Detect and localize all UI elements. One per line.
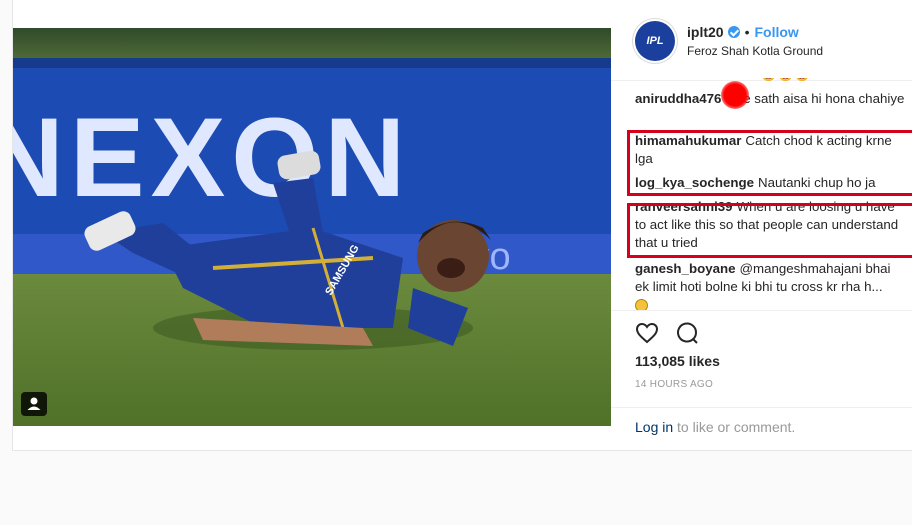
- separator-dot: •: [744, 24, 750, 40]
- follow-button[interactable]: Follow: [754, 24, 798, 40]
- heart-icon[interactable]: [635, 321, 659, 345]
- comment-icon[interactable]: [675, 321, 699, 345]
- comment-text: e ke sath aisa hi hona chahiye: [725, 91, 905, 106]
- comment-username[interactable]: ganesh_boyane: [635, 261, 736, 276]
- red-dot-marker: [721, 81, 749, 109]
- comment-username[interactable]: aniruddha476: [635, 91, 721, 106]
- tag-user-icon[interactable]: [21, 392, 47, 416]
- avatar[interactable]: IPL: [635, 21, 675, 61]
- emoji-row: 😂😂😂: [761, 78, 812, 82]
- post-header: IPL iplt20 • Follow Feroz Shah Kotla Gro…: [611, 0, 912, 81]
- post-sidebar: IPL iplt20 • Follow Feroz Shah Kotla Gro…: [611, 0, 912, 451]
- verified-icon: [727, 26, 740, 38]
- comment-item: ganesh_boyane @mangeshmahajani bhai ek li…: [635, 260, 907, 310]
- post-photo[interactable]: NEXON vivo SAMSUNG: [13, 28, 611, 426]
- post-timestamp[interactable]: 14 HOURS AGO: [635, 379, 713, 390]
- highlight-box: [627, 203, 912, 258]
- like-count[interactable]: 113,085 likes: [635, 353, 720, 369]
- login-row: Log in to like or comment. ⋯: [611, 407, 912, 452]
- location-link[interactable]: Feroz Shah Kotla Ground: [687, 44, 823, 58]
- instagram-post: NEXON vivo SAMSUNG: [12, 0, 912, 451]
- highlight-box: [627, 130, 912, 196]
- worried-emoji-icon: [635, 298, 648, 310]
- username-link[interactable]: iplt20: [687, 24, 724, 40]
- post-actions: 113,085 likes 14 HOURS AGO Log in to lik…: [611, 310, 912, 451]
- login-link[interactable]: Log in: [635, 419, 673, 435]
- comment-list[interactable]: 😂😂😂 aniruddha476 e ke sath aisa hi hona c…: [611, 78, 912, 310]
- boundary-ad-text: NEXON: [13, 95, 411, 220]
- comment-item: aniruddha476 e ke sath aisa hi hona chahi…: [635, 90, 907, 108]
- cricket-photo: NEXON vivo SAMSUNG: [13, 28, 611, 426]
- login-prompt-text: to like or comment.: [673, 419, 796, 435]
